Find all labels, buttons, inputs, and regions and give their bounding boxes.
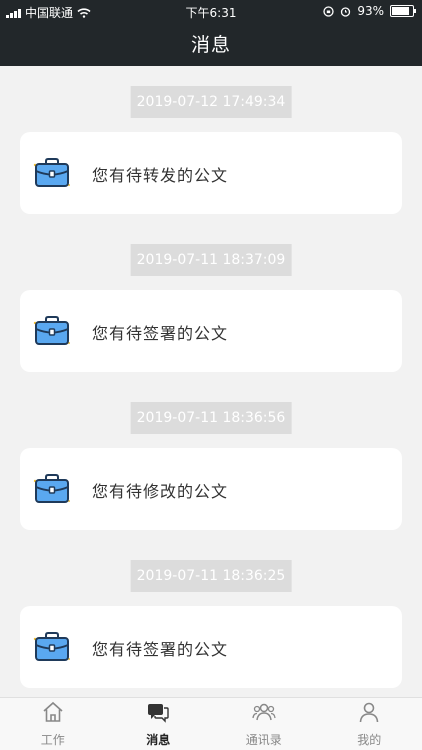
status-bar: 中国联通 下午6:31 93% xyxy=(0,0,422,22)
message-group: 2019-07-11 18:37:09 您有待签署的公文 xyxy=(0,224,422,382)
briefcase-icon xyxy=(32,630,72,664)
status-right-group: 93% xyxy=(323,4,416,18)
chat-icon xyxy=(146,700,170,728)
page-title: 消息 xyxy=(190,34,231,56)
contacts-icon xyxy=(252,700,276,728)
briefcase-icon xyxy=(32,314,72,348)
tab-label: 工作 xyxy=(40,733,65,747)
tab-home[interactable]: 工作 xyxy=(0,698,106,750)
briefcase-icon xyxy=(32,156,72,190)
tab-bar: 工作 消息 通讯录 我的 xyxy=(0,697,422,750)
tab-contacts[interactable]: 通讯录 xyxy=(211,698,317,750)
message-timestamp: 2019-07-12 17:49:34 xyxy=(130,86,292,118)
message-list[interactable]: 2019-07-12 17:49:34 您有待转发的公文 2019-07-11 … xyxy=(0,66,422,698)
message-group: 2019-07-12 17:49:34 您有待转发的公文 xyxy=(0,66,422,224)
message-timestamp: 2019-07-11 18:36:56 xyxy=(130,402,292,434)
briefcase-icon xyxy=(32,472,72,506)
message-group: 2019-07-11 18:36:56 您有待修改的公文 xyxy=(0,382,422,540)
message-text: 您有待签署的公文 xyxy=(92,324,229,343)
app-header: 中国联通 下午6:31 93% 消息 xyxy=(0,0,422,66)
message-text: 您有待修改的公文 xyxy=(92,482,229,501)
tab-profile[interactable]: 我的 xyxy=(317,698,422,750)
rotation-lock-icon xyxy=(323,5,334,17)
message-timestamp: 2019-07-11 18:37:09 xyxy=(130,244,292,276)
message-card[interactable]: 您有待签署的公文 xyxy=(20,606,402,688)
battery-icon xyxy=(390,5,416,17)
message-text: 您有待签署的公文 xyxy=(92,640,229,659)
message-card[interactable]: 您有待修改的公文 xyxy=(20,448,402,530)
message-group: 2019-07-11 18:36:25 您有待签署的公文 xyxy=(0,540,422,698)
tab-label: 通讯录 xyxy=(245,733,282,747)
tab-chat[interactable]: 消息 xyxy=(106,698,212,750)
message-text: 您有待转发的公文 xyxy=(92,166,229,185)
battery-percent: 93% xyxy=(357,4,384,18)
tab-label: 消息 xyxy=(146,733,171,747)
message-card[interactable]: 您有待签署的公文 xyxy=(20,290,402,372)
tab-label: 我的 xyxy=(357,733,382,747)
message-timestamp: 2019-07-11 18:36:25 xyxy=(130,560,292,592)
home-icon xyxy=(41,700,65,728)
message-card[interactable]: 您有待转发的公文 xyxy=(20,132,402,214)
profile-icon xyxy=(357,700,381,728)
alarm-icon xyxy=(341,6,351,17)
